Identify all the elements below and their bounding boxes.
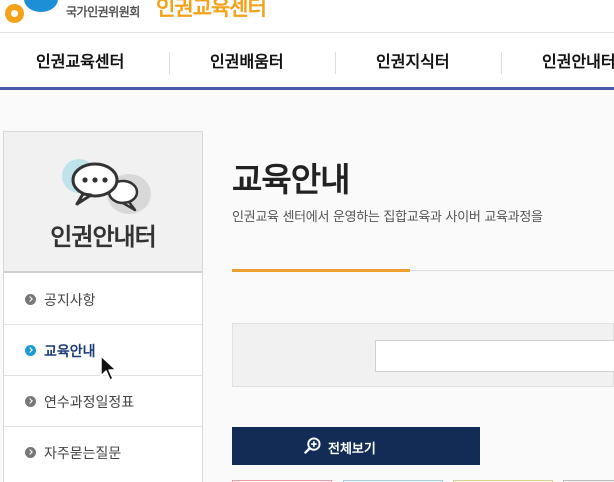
gnb-separator bbox=[501, 52, 502, 74]
local-nav: 인권안내터 공지사항 교육안내 연수과정일정표 자주묻는질문 bbox=[3, 131, 203, 482]
lnb-item-notice[interactable]: 공지사항 bbox=[4, 274, 202, 325]
gnb-item-learning[interactable]: 인권배움터 bbox=[210, 33, 284, 87]
lnb-item-label: 공지사항 bbox=[44, 293, 96, 309]
gnb-item-guide[interactable]: 인권안내터 bbox=[542, 33, 614, 87]
search-input[interactable] bbox=[375, 340, 614, 372]
mouse-cursor-icon bbox=[100, 355, 117, 381]
logo-text[interactable]: 인권교육센터 bbox=[156, 0, 267, 22]
search-panel bbox=[232, 323, 614, 387]
lnb-item-training-schedule[interactable]: 연수과정일정표 bbox=[4, 376, 202, 427]
logo-mark-icon[interactable] bbox=[5, 4, 24, 23]
view-all-label: 전체보기 bbox=[328, 442, 376, 457]
title-divider-accent bbox=[232, 269, 410, 272]
logo-arc-icon bbox=[24, 0, 58, 12]
lnb-item-label: 연수과정일정표 bbox=[44, 395, 135, 411]
speech-bubbles-icon bbox=[62, 159, 151, 214]
gnb-separator bbox=[169, 52, 170, 74]
gnb-item-education-center[interactable]: 인권교육센터 bbox=[36, 33, 124, 87]
lnb-item-label: 자주묻는질문 bbox=[44, 446, 122, 462]
lnb-header: 인권안내터 bbox=[4, 132, 202, 273]
chevron-right-icon bbox=[25, 345, 36, 356]
lnb-title: 인권안내터 bbox=[50, 223, 156, 251]
lnb-item-label: 교육안내 bbox=[44, 344, 96, 360]
lnb-item-faq[interactable]: 자주묻는질문 bbox=[4, 427, 202, 478]
site-header: 국가인권위원회 인권교육센터 bbox=[0, 0, 614, 32]
zoom-in-icon bbox=[304, 437, 321, 454]
gnb-item-knowledge[interactable]: 인권지식터 bbox=[376, 33, 450, 87]
chevron-right-icon bbox=[25, 396, 36, 407]
page-description: 인권교육 센터에서 운영하는 집합교육과 사이버 교육과정을 bbox=[232, 210, 543, 225]
org-name[interactable]: 국가인권위원회 bbox=[66, 3, 140, 20]
gnb-separator bbox=[335, 52, 336, 74]
page-title: 교육안내 bbox=[232, 160, 350, 199]
global-nav: 인권교육센터 인권배움터 인권지식터 인권안내터 bbox=[0, 32, 614, 87]
view-all-button[interactable]: 전체보기 bbox=[232, 427, 480, 465]
chevron-right-icon bbox=[25, 294, 36, 305]
chevron-right-icon bbox=[25, 447, 36, 458]
